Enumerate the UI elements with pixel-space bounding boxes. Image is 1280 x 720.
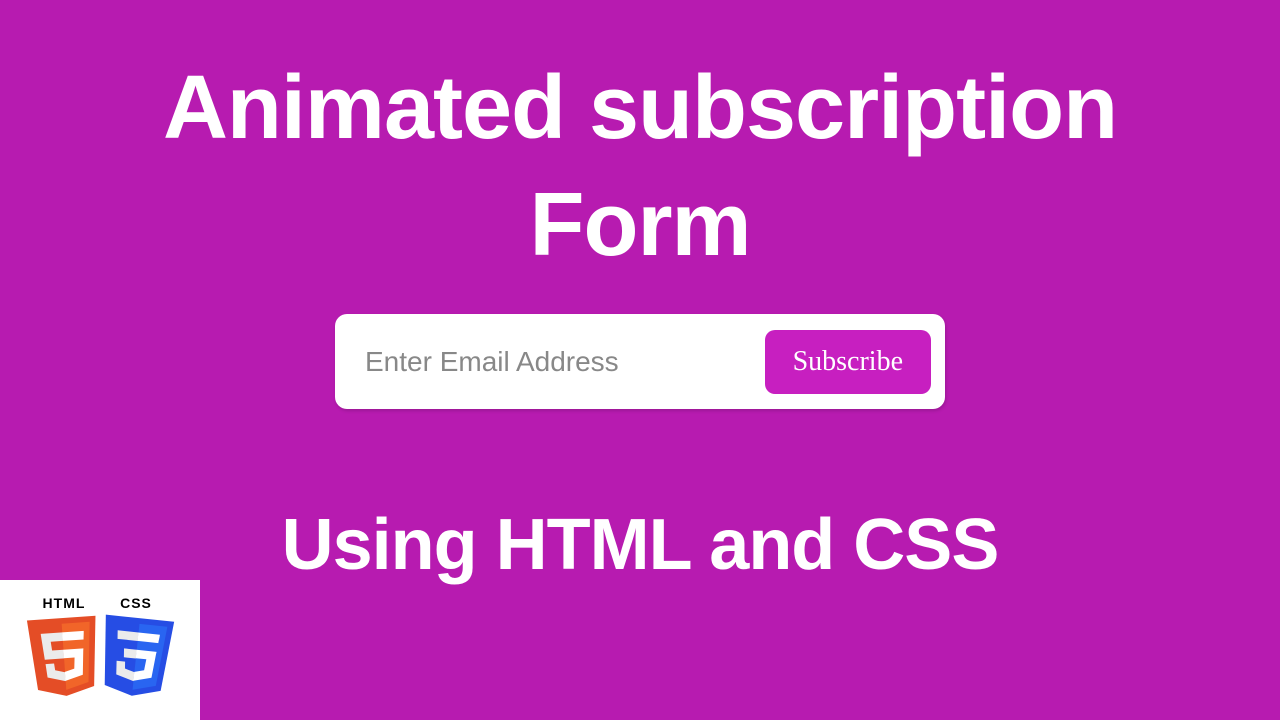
css3-badge: CSS	[95, 595, 177, 705]
main-title: Animated subscription Form	[0, 0, 1280, 284]
title-line-2: Form	[530, 175, 751, 275]
subscribe-button[interactable]: Subscribe	[765, 330, 931, 394]
subtitle: Using HTML and CSS	[0, 504, 1280, 586]
title-line-1: Animated subscription	[163, 58, 1117, 158]
subscription-form: Subscribe	[335, 314, 945, 409]
css3-icon	[93, 609, 180, 705]
html-label: HTML	[43, 595, 86, 611]
email-input[interactable]	[365, 346, 765, 378]
tech-badges: HTML CSS	[0, 580, 200, 720]
css-label: CSS	[120, 595, 152, 611]
